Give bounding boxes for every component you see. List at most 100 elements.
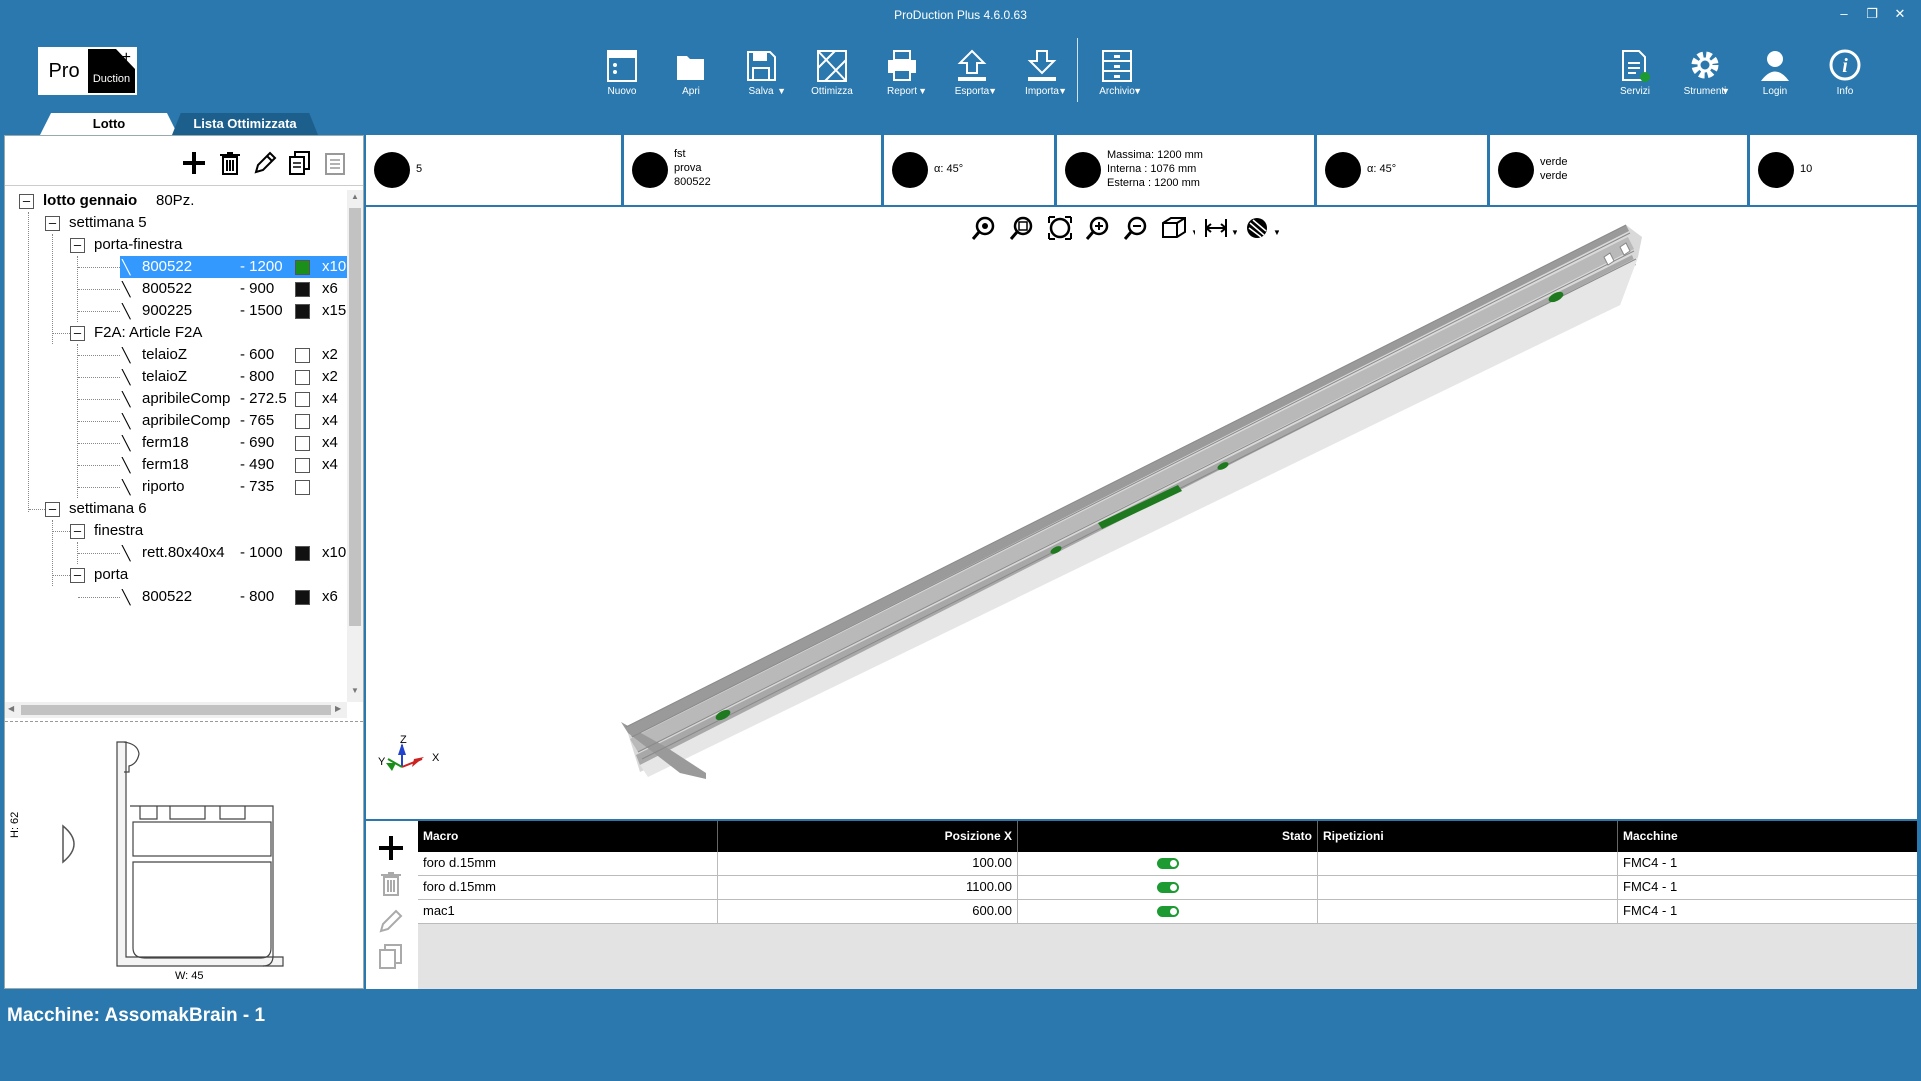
week-name: settimana 5 (69, 214, 147, 231)
import-icon (1027, 50, 1057, 81)
tree-item[interactable]: ╲ ferm18 - 490 x4 (120, 454, 347, 476)
scroll-left-icon[interactable]: ◀ (8, 704, 14, 713)
col-ripetizioni[interactable]: Ripetizioni (1318, 821, 1618, 852)
status-label: Macchine: (7, 1005, 100, 1026)
tab-lotto[interactable]: Lotto (40, 113, 178, 135)
delete-icon[interactable] (217, 150, 243, 176)
item-name: 900225 (142, 302, 193, 319)
chevron-down-icon[interactable]: ▼ (777, 86, 786, 96)
tree-item[interactable]: ╲ telaioZ - 800 x2 (120, 366, 347, 388)
close-icon[interactable]: ✕ (1890, 6, 1910, 22)
collapse-icon[interactable]: – (70, 524, 85, 539)
save-button[interactable]: Salva ▼ (730, 48, 792, 97)
add-icon[interactable] (181, 150, 207, 176)
tree-guide (78, 443, 120, 444)
item-color-swatch (295, 392, 310, 407)
restore-icon[interactable]: ❐ (1862, 6, 1882, 22)
edit-icon[interactable] (252, 150, 278, 176)
tree-item[interactable]: ╲ telaioZ - 600 x2 (120, 344, 347, 366)
collapse-icon[interactable]: – (70, 238, 85, 253)
profile-section-drawing (62, 741, 284, 967)
tree-item[interactable]: ╲ riporto - 735 (120, 476, 347, 498)
tree-vertical-scrollbar[interactable]: ▲ ▼ (347, 190, 363, 702)
tree-item[interactable]: ╲ 800522 - 800 x6 (120, 586, 347, 608)
copy-icon[interactable] (287, 150, 313, 176)
add-macro-icon[interactable] (376, 833, 406, 863)
app-logo: Pro + Duction (38, 47, 137, 95)
item-dim: - 1000 (240, 544, 283, 561)
export-button[interactable]: Esporta ▼ (941, 48, 1003, 97)
chevron-down-icon[interactable]: ▼ (1133, 86, 1142, 96)
tree-item[interactable]: ╲ 800522 - 1200 x10 (120, 256, 347, 278)
optimize-button[interactable]: Ottimizza (801, 48, 863, 97)
chevron-down-icon[interactable]: ▼ (1058, 86, 1067, 96)
tab-lista-ottimizzata[interactable]: Lista Ottimizzata (172, 113, 318, 135)
status-toggle[interactable] (1157, 882, 1179, 893)
article-line: 800522 (674, 176, 711, 188)
import-button[interactable]: Importa ▼ (1011, 48, 1073, 97)
collapse-icon[interactable]: – (45, 216, 60, 231)
item-name: 800522 (142, 280, 193, 297)
tree-item[interactable]: ╲ ferm18 - 690 x4 (120, 432, 347, 454)
tree-guide (78, 465, 120, 466)
scrollbar-thumb[interactable] (21, 705, 331, 715)
tree-item[interactable]: ╲ 900225 - 1500 x15 (120, 300, 347, 322)
login-button[interactable]: Login (1744, 48, 1806, 97)
status-toggle[interactable] (1157, 906, 1179, 917)
collapse-icon[interactable]: – (70, 568, 85, 583)
profile-bar-icon: ╲ (122, 369, 131, 385)
tree-item[interactable]: ╲ rett.80x40x4 - 1000 x10 (120, 542, 347, 564)
status-toggle[interactable] (1157, 858, 1179, 869)
collapse-icon[interactable]: – (70, 326, 85, 341)
tree-item[interactable]: ╲ apribileComp - 765 x4 (120, 410, 347, 432)
panel-divider[interactable] (5, 721, 363, 722)
edit-macro-icon[interactable] (376, 905, 406, 935)
angle-right-value: α: 45° (1367, 163, 1397, 175)
info-colors-text: verde verde (1540, 155, 1568, 183)
minimize-icon[interactable]: – (1834, 6, 1854, 21)
cell-stato (1018, 900, 1318, 924)
macro-panel: Macro Posizione X Stato Ripetizioni Macc… (366, 821, 1917, 989)
chevron-down-icon[interactable]: ▼ (1721, 86, 1730, 96)
tools-button[interactable]: Strumenti ▼ (1674, 48, 1736, 97)
paint-icon (1498, 152, 1534, 188)
scroll-down-icon[interactable]: ▼ (351, 686, 359, 695)
root-count: 80Pz. (156, 192, 195, 209)
col-stato[interactable]: Stato (1018, 821, 1318, 852)
open-button[interactable]: Apri (660, 48, 722, 97)
info-button[interactable]: i Info (1814, 48, 1876, 97)
paste-icon[interactable] (322, 150, 348, 176)
scroll-up-icon[interactable]: ▲ (351, 192, 359, 201)
item-dim: - 1200 (240, 258, 283, 275)
cell-macro: foro d.15mm (418, 876, 718, 900)
cell-macro: mac1 (418, 900, 718, 924)
machine-status: Macchine: AssomakBrain - 1 (7, 1005, 265, 1027)
3d-viewer[interactable]: ▼ ▼ ▼ Y Z X (366, 207, 1917, 819)
collapse-icon[interactable]: – (45, 502, 60, 517)
tree-guide (78, 377, 120, 378)
root-name: lotto gennaio (43, 192, 138, 209)
info-colors: verde verde (1490, 135, 1747, 205)
col-macchine[interactable]: Macchine (1618, 821, 1917, 852)
chevron-down-icon[interactable]: ▼ (918, 86, 927, 96)
copy-macro-icon[interactable] (376, 941, 406, 971)
scroll-right-icon[interactable]: ▶ (335, 704, 341, 713)
archive-button[interactable]: Archivio ▼ (1086, 48, 1148, 97)
col-macro[interactable]: Macro (418, 821, 718, 852)
table-row[interactable]: foro d.15mm 100.00 FMC4 - 1 (418, 852, 1917, 876)
col-posizione-x[interactable]: Posizione X (718, 821, 1018, 852)
table-row[interactable]: mac1 600.00 FMC4 - 1 (418, 900, 1917, 924)
chevron-down-icon[interactable]: ▼ (988, 86, 997, 96)
table-row[interactable]: foro d.15mm 1100.00 FMC4 - 1 (418, 876, 1917, 900)
scrollbar-thumb[interactable] (349, 208, 361, 626)
cell-stato (1018, 852, 1318, 876)
services-button[interactable]: Servizi (1604, 48, 1666, 97)
tree-toolbar (5, 136, 363, 186)
tree-horizontal-scrollbar[interactable]: ◀ ▶ (5, 702, 347, 718)
tree-item[interactable]: ╲ apribileComp - 272.5 x4 (120, 388, 347, 410)
report-button[interactable]: Report ▼ (871, 48, 933, 97)
tree-item[interactable]: ╲ 800522 - 900 x6 (120, 278, 347, 300)
new-button[interactable]: Nuovo (591, 48, 653, 97)
delete-macro-icon[interactable] (376, 869, 406, 899)
collapse-icon[interactable]: – (19, 194, 34, 209)
